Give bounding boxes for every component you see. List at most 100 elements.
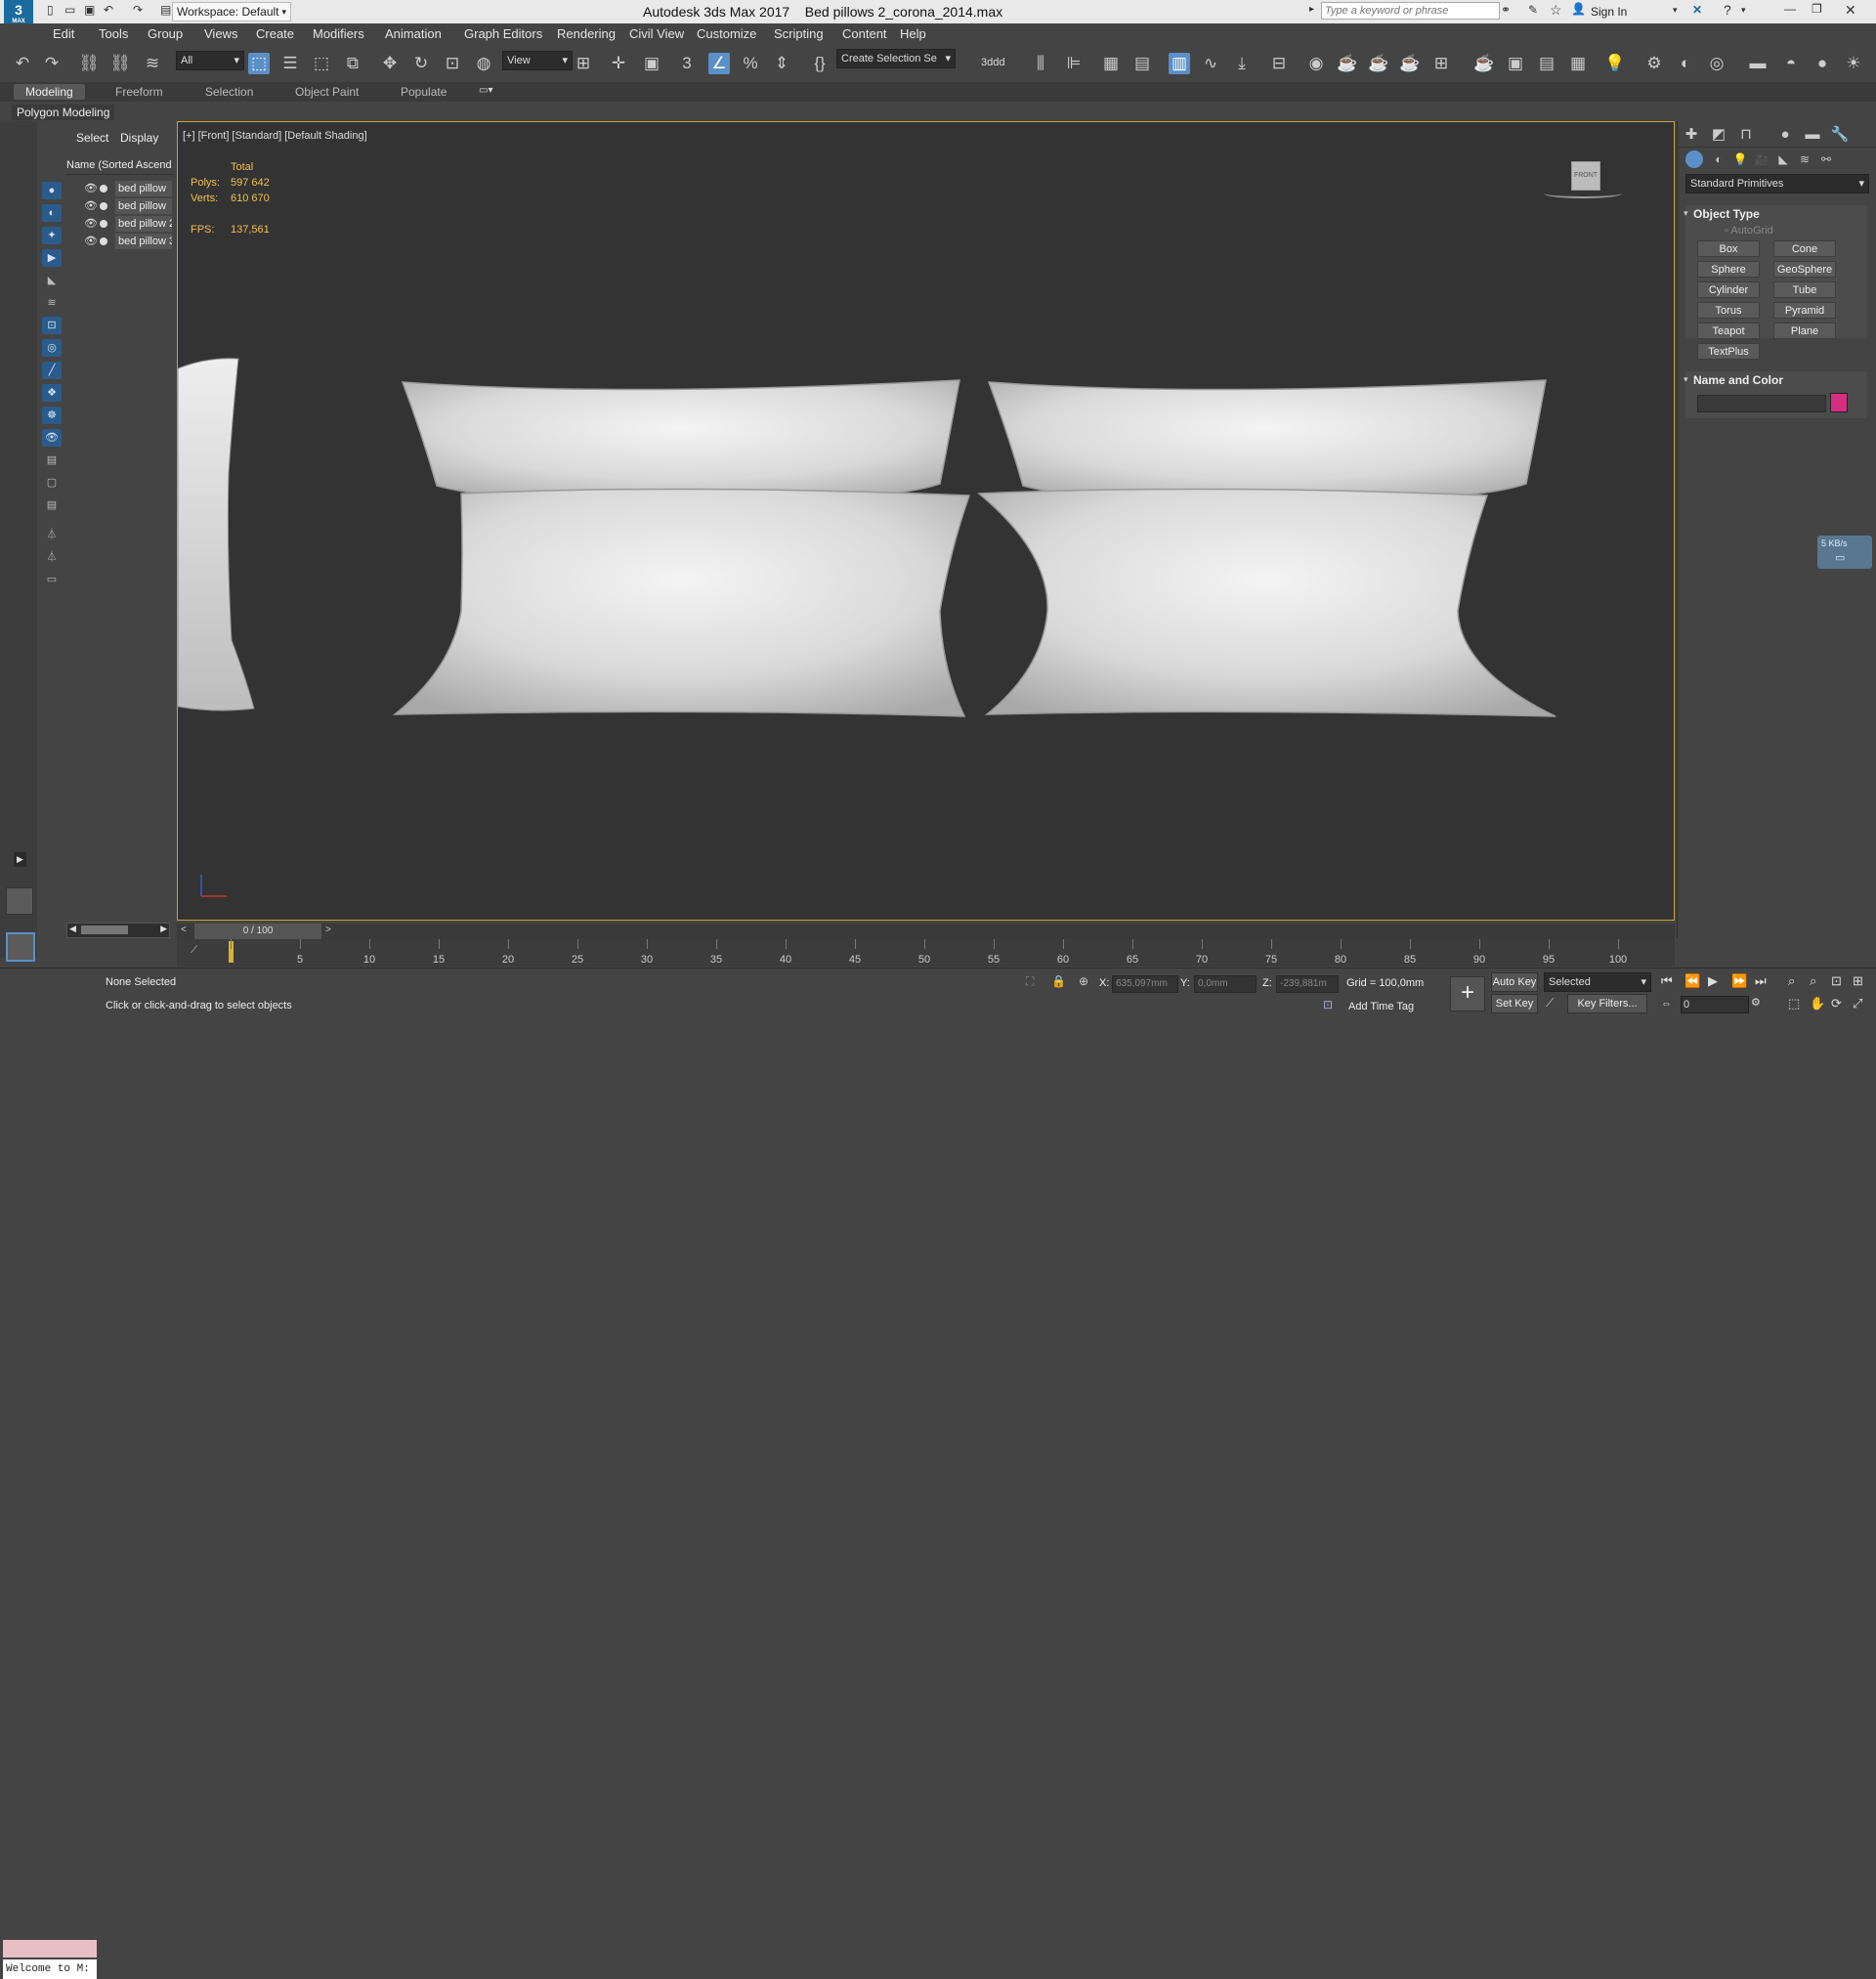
zoom-icon[interactable]: ⌕ <box>1788 973 1795 989</box>
curve-editor-icon[interactable]: ∿ <box>1200 53 1221 74</box>
help-icon[interactable]: ? <box>1724 2 1731 18</box>
scroll-thumb[interactable] <box>81 925 128 934</box>
list-item[interactable]: 👁 bed pillow 3 <box>66 233 174 250</box>
isolate-selection-icon[interactable]: ⛶ <box>1026 974 1034 989</box>
eye-icon[interactable]: 👁 <box>84 197 98 215</box>
tab-object-paint[interactable]: Object Paint <box>283 84 370 100</box>
rotate-icon[interactable]: ↻ <box>410 53 432 74</box>
display-cameras-icon[interactable]: ▶ <box>42 249 62 267</box>
material-editor-icon[interactable]: ◉ <box>1305 53 1327 74</box>
app-logo[interactable]: 3 MAX <box>4 0 33 24</box>
menu-views[interactable]: Views <box>204 26 237 41</box>
previous-key-icon[interactable]: ⏪ <box>1684 973 1700 989</box>
move-icon[interactable]: ✥ <box>379 53 401 74</box>
previous-frame-icon[interactable]: < <box>181 925 187 935</box>
funnel-icon[interactable]: ⏃ <box>42 548 62 566</box>
dope-sheet-icon[interactable]: ⤓ <box>1231 53 1253 74</box>
restore-icon[interactable]: ❐ <box>1812 2 1822 16</box>
menu-modifiers[interactable]: Modifiers <box>313 26 364 41</box>
reference-coordinate-dropdown[interactable]: View ▾ <box>502 51 573 70</box>
layout-tab-2[interactable] <box>6 932 35 962</box>
plane-button[interactable]: Plane <box>1773 323 1836 339</box>
layout-tab-1[interactable] <box>6 887 33 915</box>
menu-help[interactable]: Help <box>900 26 926 41</box>
filter-icon[interactable]: ⏃ <box>42 526 62 543</box>
next-key-icon[interactable]: ⏩ <box>1731 973 1747 989</box>
chevron-down-icon[interactable]: ▾ <box>1741 5 1746 16</box>
menu-graph-editors[interactable]: Graph Editors <box>464 26 542 41</box>
spinner-snap-icon[interactable]: ⇕ <box>771 53 792 74</box>
column-header-name[interactable]: Name (Sorted Ascend <box>66 156 174 175</box>
time-config-icon[interactable]: ⚙ <box>1751 996 1761 1009</box>
modify-tab-icon[interactable]: ◩ <box>1707 125 1730 145</box>
x-coordinate-field[interactable]: 635,097mm <box>1112 975 1178 993</box>
geosphere-button[interactable]: GeoSphere <box>1773 261 1836 278</box>
chevron-down-icon[interactable]: ▾ <box>1673 5 1678 16</box>
menu-create[interactable]: Create <box>256 26 294 41</box>
front-viewport[interactable]: [+] [Front] [Standard] [Default Shading]… <box>177 121 1675 921</box>
menu-group[interactable]: Group <box>148 26 183 41</box>
zoom-extents-all-icon[interactable]: ⊞ <box>1853 973 1863 989</box>
redo-icon[interactable]: ↷ <box>41 53 63 74</box>
selection-lock-icon[interactable]: 🔒 <box>1051 974 1066 988</box>
list-item[interactable]: 👁 bed pillow <box>66 180 174 197</box>
corona-interactive-icon[interactable]: ▦ <box>1567 53 1589 74</box>
tab-modeling[interactable]: Modeling <box>14 84 85 100</box>
set-key-button[interactable]: Set Key <box>1491 994 1538 1013</box>
display-bones-icon[interactable]: ╱ <box>42 362 62 379</box>
torus-button[interactable]: Torus <box>1697 302 1760 319</box>
scale-icon[interactable]: ⊡ <box>442 53 463 74</box>
teapot-button[interactable]: Teapot <box>1697 323 1760 339</box>
pillow-front-right[interactable] <box>977 488 1556 717</box>
exchange-icon[interactable]: ✕ <box>1692 3 1702 17</box>
display-all-icon[interactable]: ▤ <box>42 452 62 469</box>
cylinder-button[interactable]: Cylinder <box>1697 281 1760 298</box>
sphere-light-icon[interactable]: ● <box>1812 53 1833 74</box>
tab-selection[interactable]: Selection <box>193 84 265 100</box>
render-dot-icon[interactable] <box>100 237 107 245</box>
undo-icon[interactable]: ↶ <box>104 3 113 17</box>
polygon-modeling-panel[interactable]: Polygon Modeling <box>12 105 115 120</box>
pan-view-icon[interactable]: ✋ <box>1810 996 1825 1011</box>
redo-icon[interactable]: ↷ <box>133 3 143 17</box>
next-frame-icon[interactable]: > <box>325 925 331 935</box>
collapse-arrow-icon[interactable]: ▾ <box>1684 208 1688 219</box>
corona-camera-icon[interactable]: ⚙ <box>1643 53 1665 74</box>
z-coordinate-field[interactable]: -239,881m <box>1276 975 1339 993</box>
percent-snap-icon[interactable]: % <box>740 53 761 74</box>
render-in-cloud-icon[interactable]: ⊞ <box>1430 53 1452 74</box>
angle-snap-icon[interactable]: ∠ <box>708 53 730 74</box>
tab-populate[interactable]: Populate <box>389 84 458 100</box>
corona-proxy-icon[interactable]: ◎ <box>1706 53 1727 74</box>
eye-icon[interactable]: 👁 <box>84 215 98 233</box>
snaps-toggle-icon[interactable]: 3 <box>676 53 698 74</box>
bind-space-warp-icon[interactable]: ≋ <box>142 53 163 74</box>
menu-civil-view[interactable]: Civil View <box>629 26 684 41</box>
subscription-icon[interactable]: ✎ <box>1528 3 1538 17</box>
pillow-back-right[interactable] <box>987 379 1547 502</box>
maxscript-mini-listener[interactable]: Welcome to M: <box>3 1959 97 1979</box>
dome-light-icon[interactable]: ◓ <box>1780 53 1802 74</box>
tab-select[interactable]: Select <box>76 131 108 145</box>
undo-icon[interactable]: ↶ <box>12 53 33 74</box>
named-selection-dropdown[interactable]: Create Selection Se ▾ <box>836 49 956 68</box>
close-icon[interactable]: ✕ <box>1845 2 1856 19</box>
maximize-viewport-icon[interactable]: ⤢ <box>1853 996 1862 1011</box>
textplus-button[interactable]: TextPlus <box>1697 343 1760 360</box>
edit-named-selection-icon[interactable]: {} <box>809 53 831 74</box>
object-color-swatch[interactable] <box>1830 393 1848 412</box>
go-to-start-icon[interactable]: ⏮ <box>1661 973 1673 989</box>
display-geometry-icon[interactable]: ● <box>42 182 62 199</box>
default-tangent-icon[interactable]: ⟋ <box>1546 996 1554 1011</box>
tab-display[interactable]: Display <box>120 131 158 145</box>
open-file-icon[interactable]: ▭ <box>64 3 75 17</box>
object-type-title[interactable]: Object Type <box>1693 207 1760 221</box>
display-xrefs-icon[interactable]: ◎ <box>42 339 62 357</box>
menu-edit[interactable]: Edit <box>53 26 74 41</box>
sun-icon[interactable]: ☀ <box>1843 53 1864 74</box>
align-icon[interactable]: ⊫ <box>1063 53 1085 74</box>
expand-arrow-icon[interactable]: ▶ <box>14 852 26 867</box>
project-icon[interactable]: ▤ <box>160 3 171 17</box>
display-helpers-icon[interactable]: ◣ <box>42 272 62 289</box>
absolute-mode-icon[interactable]: ⊕ <box>1079 974 1088 988</box>
